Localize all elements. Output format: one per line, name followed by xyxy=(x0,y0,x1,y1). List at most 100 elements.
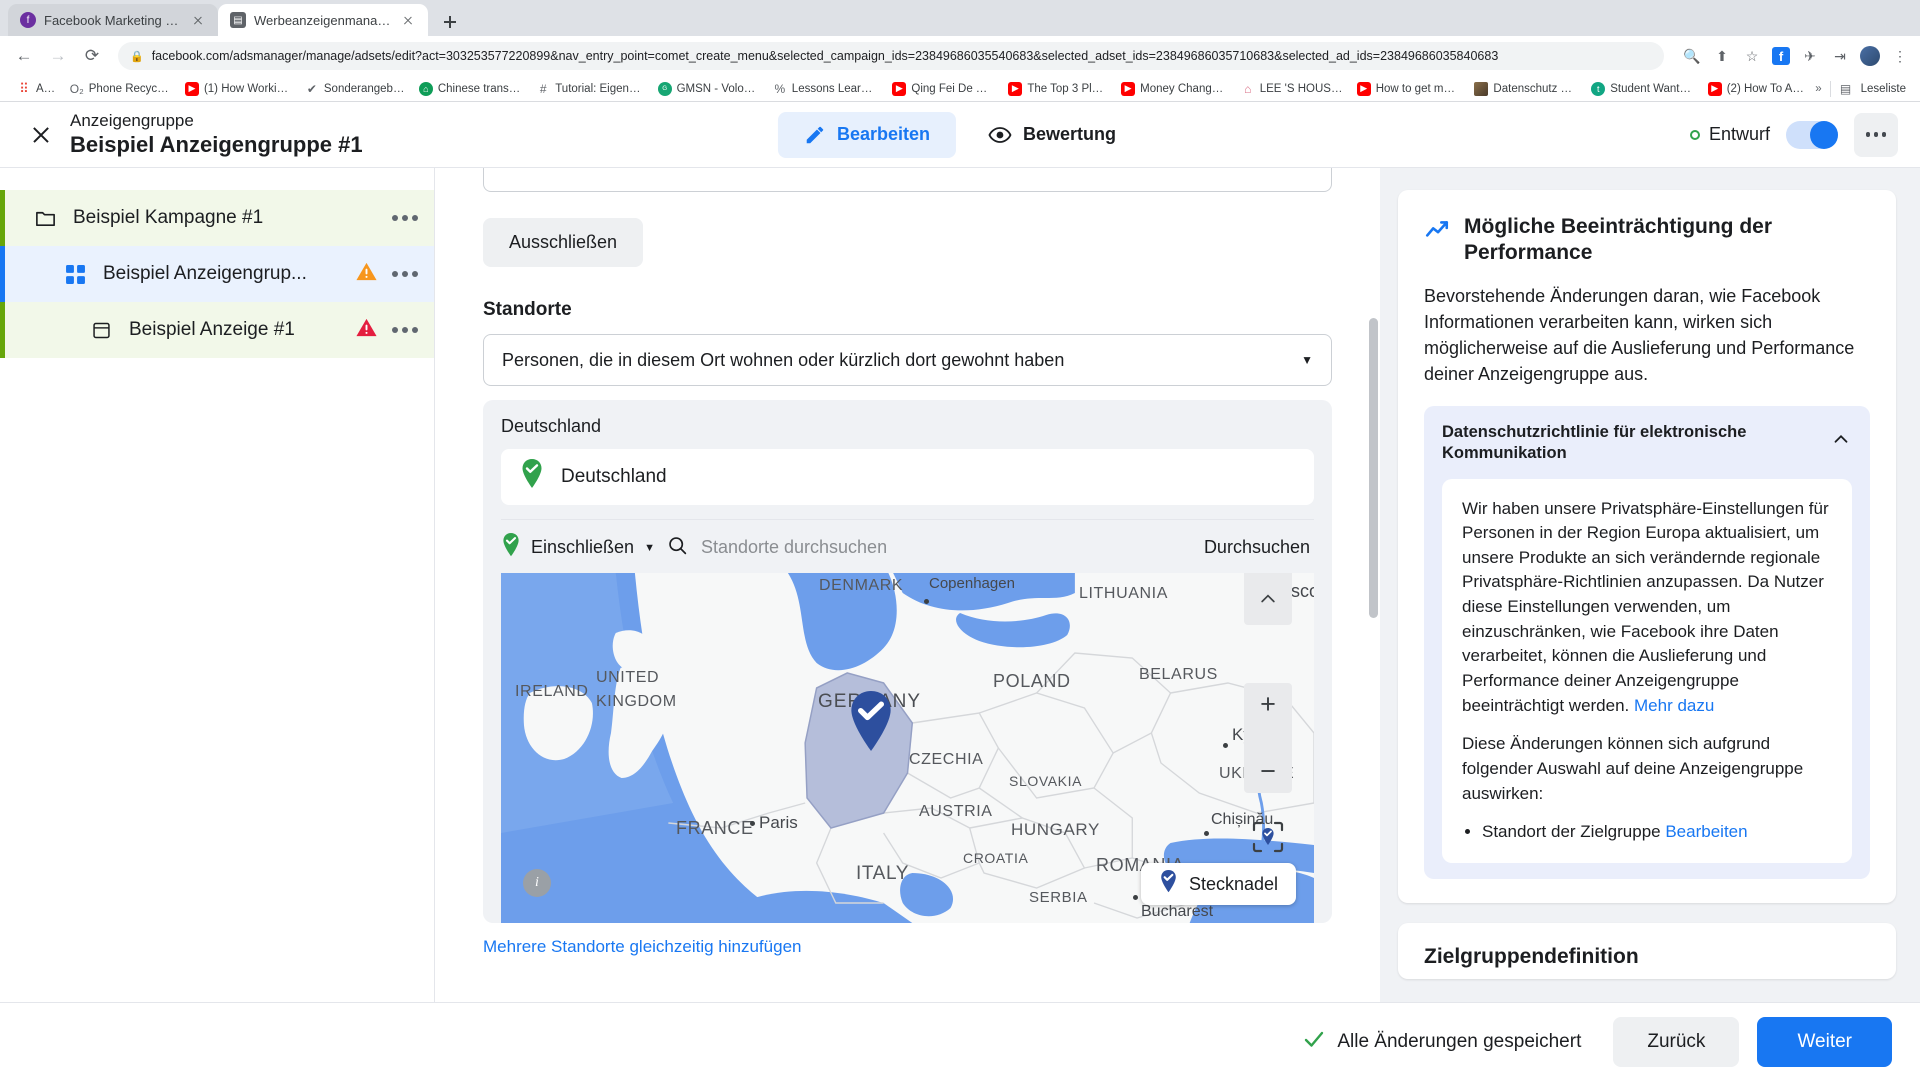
bookmarks-overflow-icon[interactable]: » xyxy=(1815,83,1821,95)
policy-bullet-item: Standort der Zielgruppe Bearbeiten xyxy=(1482,820,1832,845)
youtube-icon: ▶ xyxy=(1356,81,1371,96)
sidebar-item-ad[interactable]: Beispiel Anzeige #1 xyxy=(0,302,434,358)
breadcrumb: Anzeigengruppe xyxy=(70,111,194,131)
o2-icon: O₂ xyxy=(69,81,84,96)
chrome-menu-icon[interactable]: ⋮ xyxy=(1890,46,1910,66)
include-exclude-dropdown[interactable]: Einschließen ▼ xyxy=(501,533,655,562)
include-label: Einschließen xyxy=(531,537,635,557)
bookmark-item[interactable]: O₂ Phone Recycling,... xyxy=(63,78,178,100)
more-info-link[interactable]: Mehr dazu xyxy=(1634,696,1714,715)
bookmark-item[interactable]: ⠿ Apps xyxy=(10,78,63,100)
policy-accordion[interactable]: Datenschutzrichtlinie für elektronische … xyxy=(1424,405,1870,879)
browser-toolbar: ← → ⟳ 🔒 facebook.com/adsmanager/manage/a… xyxy=(0,36,1920,76)
map-zoom-controls[interactable]: + − xyxy=(1244,683,1292,793)
bookmark-item[interactable]: t Student Wants an... xyxy=(1584,78,1700,100)
bookmark-label: Phone Recycling,... xyxy=(88,82,171,95)
city-dot xyxy=(1223,743,1228,748)
url-text: facebook.com/adsmanager/manage/adsets/ed… xyxy=(151,49,1499,63)
location-search-input[interactable]: Standorte durchsuchen xyxy=(667,535,1192,561)
forward-icon[interactable]: → xyxy=(44,42,72,70)
search-button[interactable]: Durchsuchen xyxy=(1204,537,1314,558)
app-header: Anzeigengruppe Beispiel Anzeigengruppe #… xyxy=(0,102,1920,168)
sidebar-item-label: Beispiel Kampagne #1 xyxy=(73,207,264,228)
bookmark-item[interactable]: ▶ The Top 3 Platfor... xyxy=(1001,78,1114,100)
app-body: Beispiel Kampagne #1 Beispiel Anzeigengr… xyxy=(0,168,1920,1017)
extension-icon[interactable]: ⇥ xyxy=(1830,46,1850,66)
facebook-extension-icon[interactable]: f xyxy=(1772,47,1790,65)
browser-tab-1[interactable]: f Facebook Marketing & Werbea xyxy=(8,4,218,36)
location-map[interactable]: IRELAND UNITED KINGDOM DENMARK GERMANY P… xyxy=(501,573,1314,923)
bookmark-item[interactable]: # Tutorial: Eigene Fa... xyxy=(529,78,650,100)
back-icon[interactable]: ← xyxy=(10,42,38,70)
performance-impact-card: Mögliche Beeinträchtigung der Performanc… xyxy=(1398,190,1896,903)
search-icon[interactable]: 🔍 xyxy=(1682,46,1702,66)
bookmark-item[interactable]: ⌂ LEE 'S HOUSE—... xyxy=(1234,78,1350,100)
bookmark-item[interactable]: ▶ How to get more v... xyxy=(1350,78,1468,100)
scrollbar-thumb[interactable] xyxy=(1369,318,1378,618)
zoom-out-icon[interactable]: − xyxy=(1260,758,1276,785)
row-options[interactable] xyxy=(392,327,418,333)
map-locate-button[interactable] xyxy=(1244,813,1292,861)
back-button[interactable]: Zurück xyxy=(1613,1016,1740,1067)
sidebar-item-campaign[interactable]: Beispiel Kampagne #1 xyxy=(0,190,434,246)
map-info-icon[interactable]: i xyxy=(523,869,551,897)
share-icon[interactable]: ⬆ xyxy=(1712,46,1732,66)
close-icon[interactable] xyxy=(22,116,60,154)
bookmark-label: Sonderangebot! |... xyxy=(323,82,405,95)
check-icon xyxy=(1302,1027,1326,1057)
bookmark-item[interactable]: ᴳ GMSN - Vologda,... xyxy=(651,78,766,100)
bookmark-item[interactable]: ▶ Money Changes E... xyxy=(1114,78,1234,100)
chevron-up-icon[interactable] xyxy=(1830,428,1852,455)
row-options[interactable] xyxy=(392,215,418,221)
bookmark-item[interactable]: Datenschutz – Re... xyxy=(1467,78,1584,100)
bookmarks-bar: ⠿ Apps O₂ Phone Recycling,... ▶ (1) How … xyxy=(0,76,1920,102)
policy-bullet-list: Standort der Zielgruppe Bearbeiten xyxy=(1482,820,1832,845)
bookmark-item[interactable]: ▶ (1) How Working a... xyxy=(178,78,298,100)
locations-heading: Standorte xyxy=(483,299,572,320)
youtube-icon: ▶ xyxy=(1121,81,1136,96)
close-icon[interactable] xyxy=(400,12,416,28)
tab-label: Bewertung xyxy=(1023,124,1117,144)
edit-link[interactable]: Bearbeiten xyxy=(1665,822,1747,841)
bookmark-star-icon[interactable]: ☆ xyxy=(1742,46,1762,66)
status-toggle[interactable] xyxy=(1786,120,1838,149)
location-pin-green-icon xyxy=(501,533,521,562)
browser-tab-2[interactable]: ▤ Werbeanzeigenmanager - Wer xyxy=(218,4,428,36)
bulk-add-locations-link[interactable]: Mehrere Standorte gleichzeitig hinzufüge… xyxy=(483,937,1332,957)
new-tab-button[interactable] xyxy=(436,8,464,36)
tab-title: Werbeanzeigenmanager - Wer xyxy=(254,12,392,28)
more-options-button[interactable] xyxy=(1854,112,1898,157)
bookmark-item[interactable]: ▶ Qing Fei De Yi - Y... xyxy=(885,78,1001,100)
selected-location-chip[interactable]: Deutschland xyxy=(501,449,1314,505)
zoom-in-icon[interactable]: + xyxy=(1260,691,1276,718)
pin-badge-label: Stecknadel xyxy=(1188,873,1278,894)
next-button[interactable]: Weiter xyxy=(1757,1016,1892,1067)
exclude-button[interactable]: Ausschließen xyxy=(483,218,644,267)
map-collapse-button[interactable] xyxy=(1244,573,1292,625)
avatar[interactable] xyxy=(1860,46,1880,66)
center-scrollbar[interactable] xyxy=(1369,168,1378,1017)
bookmark-item[interactable]: % Lessons Learned f... xyxy=(766,78,886,100)
reading-list-label[interactable]: Leseliste xyxy=(1861,83,1906,95)
audience-definition-card: Zielgruppendefinition xyxy=(1398,922,1896,979)
close-icon[interactable] xyxy=(190,12,206,28)
pin-mode-badge[interactable]: Stecknadel xyxy=(1140,863,1296,905)
bookmark-item[interactable]: ✔ Sonderangebot! |... xyxy=(298,78,412,100)
bookmark-label: Student Wants an... xyxy=(1610,82,1693,95)
header-right: Entwurf xyxy=(1689,112,1898,157)
map-selected-pin[interactable] xyxy=(845,691,897,758)
document-favicon: ▤ xyxy=(230,12,246,28)
bookmark-item[interactable]: ▶ (2) How To Add A... xyxy=(1701,78,1815,100)
reload-icon[interactable]: ⟳ xyxy=(78,42,106,70)
percent-icon: % xyxy=(774,81,786,96)
location-type-select[interactable]: Personen, die in diesem Ort wohnen oder … xyxy=(483,334,1332,386)
bookmark-item[interactable]: ⌂ Chinese translatio... xyxy=(412,78,529,100)
gmsn-icon: ᴳ xyxy=(657,81,672,96)
tab-label: Bearbeiten xyxy=(836,124,931,144)
sidebar-item-adset[interactable]: Beispiel Anzeigengrup... xyxy=(0,246,434,302)
tab-bewertung[interactable]: Bewertung xyxy=(962,111,1142,159)
address-bar[interactable]: 🔒 facebook.com/adsmanager/manage/adsets/… xyxy=(118,42,1664,70)
extension-pin-icon[interactable]: ✈ xyxy=(1800,46,1820,66)
row-options[interactable] xyxy=(392,271,418,277)
tab-bearbeiten[interactable]: Bearbeiten xyxy=(777,111,957,158)
